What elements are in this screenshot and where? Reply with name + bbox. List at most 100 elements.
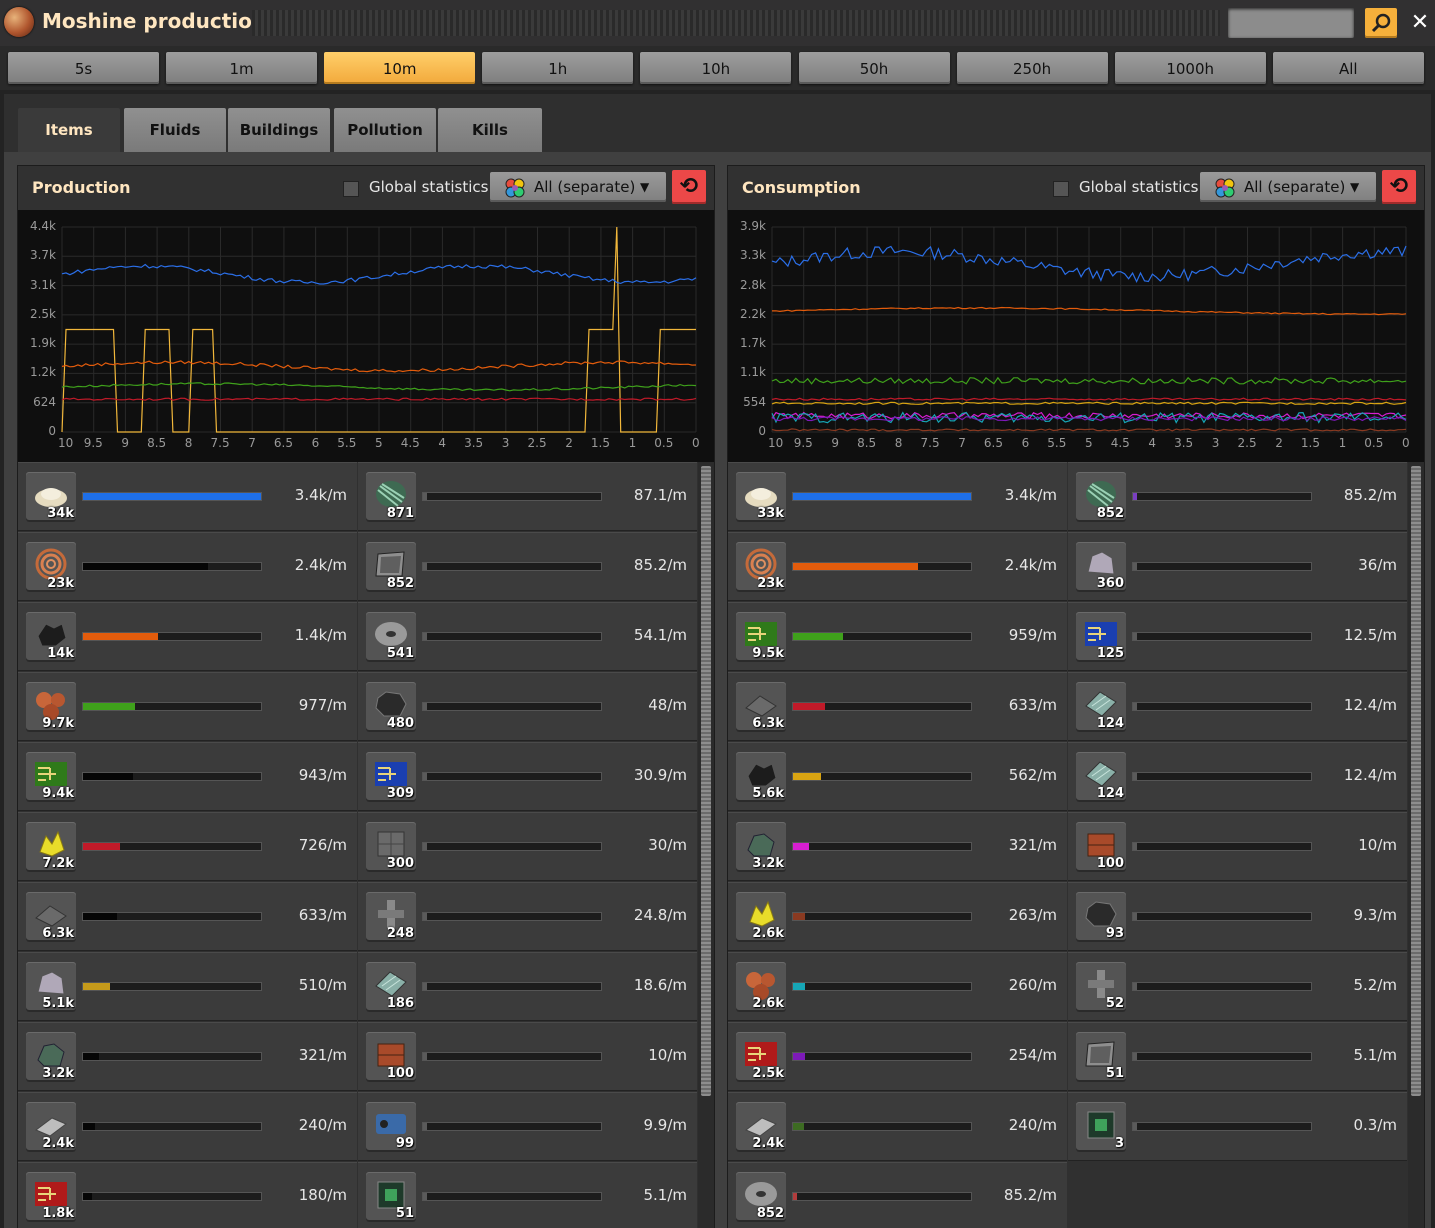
item-slot[interactable]: 3.2k <box>736 822 786 872</box>
time-button-All[interactable]: All <box>1272 52 1424 84</box>
time-button-10m[interactable]: 10m <box>324 52 476 84</box>
time-button-5s[interactable]: 5s <box>8 52 159 84</box>
list-item[interactable]: 248 24.8/m <box>358 882 697 951</box>
item-slot[interactable]: 2.4k <box>26 1102 76 1152</box>
list-item[interactable]: 51 5.1/m <box>358 1162 697 1228</box>
tab-pollution[interactable]: Pollution <box>334 108 436 152</box>
list-item[interactable]: 3 0.3/m <box>1068 1092 1407 1161</box>
item-slot[interactable]: 14k <box>26 612 76 662</box>
list-item[interactable]: 2.6k 263/m <box>728 882 1067 951</box>
item-slot[interactable]: 852 <box>366 542 416 592</box>
item-slot[interactable]: 541 <box>366 612 416 662</box>
item-slot[interactable]: 852 <box>736 1172 786 1222</box>
item-slot[interactable]: 51 <box>1076 1032 1126 1082</box>
item-slot[interactable]: 124 <box>1076 752 1126 802</box>
time-button-50h[interactable]: 50h <box>798 52 950 84</box>
drag-handle[interactable] <box>252 10 1220 36</box>
close-button[interactable]: ✕ <box>1405 8 1435 38</box>
item-slot[interactable]: 3.2k <box>26 1032 76 1082</box>
item-slot[interactable]: 1.8k <box>26 1172 76 1222</box>
list-item[interactable]: 93 9.3/m <box>1068 882 1407 951</box>
list-item[interactable]: 2.4k 240/m <box>18 1092 357 1161</box>
list-item[interactable]: 541 54.1/m <box>358 602 697 671</box>
item-slot[interactable]: 2.5k <box>736 1032 786 1082</box>
list-item[interactable]: 34k 3.4k/m <box>18 462 357 531</box>
tab-items[interactable]: Items <box>18 108 120 152</box>
item-slot[interactable]: 6.3k <box>26 892 76 942</box>
list-item[interactable]: 23k 2.4k/m <box>18 532 357 601</box>
item-slot[interactable]: 93 <box>1076 892 1126 942</box>
item-slot[interactable]: 480 <box>366 682 416 732</box>
list-item[interactable]: 300 30/m <box>358 812 697 881</box>
item-slot[interactable]: 300 <box>366 822 416 872</box>
item-slot[interactable]: 2.4k <box>736 1102 786 1152</box>
item-slot[interactable]: 3 <box>1076 1102 1126 1152</box>
consumption-graph[interactable]: 3.9k 3.3k 2.8k 2.2k 1.7k 1.1k 554 0 10 9.5 9 8.5 8 7.… <box>728 210 1424 462</box>
item-slot[interactable]: 9.4k <box>26 752 76 802</box>
list-item[interactable]: 52 5.2/m <box>1068 952 1407 1021</box>
list-item[interactable]: 14k 1.4k/m <box>18 602 357 671</box>
tab-kills[interactable]: Kills <box>438 108 542 152</box>
list-item[interactable]: 852 85.2/m <box>728 1162 1067 1228</box>
item-slot[interactable]: 124 <box>1076 682 1126 732</box>
list-item[interactable]: 9.7k 977/m <box>18 672 357 741</box>
list-item[interactable]: 124 12.4/m <box>1068 672 1407 741</box>
list-item[interactable]: 852 85.2/m <box>1068 462 1407 531</box>
item-slot[interactable]: 9.7k <box>26 682 76 732</box>
reset-button[interactable]: ⟲ <box>672 170 706 204</box>
item-filter-dropdown[interactable]: All (separate) ▼ <box>1200 172 1376 202</box>
list-item[interactable]: 2.5k 254/m <box>728 1022 1067 1091</box>
item-slot[interactable]: 99 <box>366 1102 416 1152</box>
search-button[interactable] <box>1365 8 1397 38</box>
production-scrollbar[interactable] <box>700 462 712 1228</box>
list-item[interactable]: 871 87.1/m <box>358 462 697 531</box>
list-item[interactable]: 480 48/m <box>358 672 697 741</box>
item-slot[interactable]: 100 <box>366 1032 416 1082</box>
list-item[interactable]: 1.8k 180/m <box>18 1162 357 1228</box>
item-slot[interactable]: 248 <box>366 892 416 942</box>
item-slot[interactable]: 360 <box>1076 542 1126 592</box>
item-slot[interactable]: 5.1k <box>26 962 76 1012</box>
item-slot[interactable]: 7.2k <box>26 822 76 872</box>
item-slot[interactable]: 871 <box>366 472 416 522</box>
time-button-1000h[interactable]: 1000h <box>1114 52 1266 84</box>
list-item[interactable]: 2.4k 240/m <box>728 1092 1067 1161</box>
list-item[interactable]: 7.2k 726/m <box>18 812 357 881</box>
list-item[interactable]: 2.6k 260/m <box>728 952 1067 1021</box>
list-item[interactable]: 9.4k 943/m <box>18 742 357 811</box>
list-item[interactable]: 99 9.9/m <box>358 1092 697 1161</box>
search-input[interactable] <box>1228 8 1354 38</box>
item-slot[interactable]: 33k <box>736 472 786 522</box>
time-button-1h[interactable]: 1h <box>482 52 634 84</box>
item-slot[interactable]: 23k <box>736 542 786 592</box>
item-slot[interactable]: 852 <box>1076 472 1126 522</box>
reset-button[interactable]: ⟲ <box>1382 170 1416 204</box>
list-item[interactable]: 23k 2.4k/m <box>728 532 1067 601</box>
global-statistics-checkbox[interactable] <box>1053 181 1069 197</box>
list-item[interactable]: 852 85.2/m <box>358 532 697 601</box>
item-slot[interactable]: 100 <box>1076 822 1126 872</box>
scrollbar-thumb[interactable] <box>1411 466 1421 1096</box>
item-slot[interactable]: 23k <box>26 542 76 592</box>
item-filter-dropdown[interactable]: All (separate) ▼ <box>490 172 666 202</box>
consumption-item-list[interactable]: 33k 3.4k/m 852 85.2/m 23k 2.4k/m 360 36/m 9.5k 95… <box>728 462 1408 1228</box>
production-graph[interactable]: 4.4k 3.7k 3.1k 2.5k 1.9k 1.2k 624 0 10 9.5 9 8.5 8 7.… <box>18 210 714 462</box>
tab-buildings[interactable]: Buildings <box>228 108 330 152</box>
window-titlebar[interactable]: Moshine production ✕ <box>0 0 1435 46</box>
item-slot[interactable]: 5.6k <box>736 752 786 802</box>
consumption-scrollbar[interactable] <box>1410 462 1422 1228</box>
list-item[interactable]: 124 12.4/m <box>1068 742 1407 811</box>
list-item[interactable]: 6.3k 633/m <box>18 882 357 951</box>
list-item[interactable]: 100 10/m <box>1068 812 1407 881</box>
scrollbar-thumb[interactable] <box>701 466 711 1096</box>
item-slot[interactable]: 52 <box>1076 962 1126 1012</box>
list-item[interactable]: 5.6k 562/m <box>728 742 1067 811</box>
time-button-1m[interactable]: 1m <box>166 52 318 84</box>
item-slot[interactable]: 2.6k <box>736 962 786 1012</box>
list-item[interactable]: 51 5.1/m <box>1068 1022 1407 1091</box>
item-slot[interactable]: 186 <box>366 962 416 1012</box>
list-item[interactable]: 6.3k 633/m <box>728 672 1067 741</box>
list-item[interactable]: 100 10/m <box>358 1022 697 1091</box>
time-button-250h[interactable]: 250h <box>956 52 1108 84</box>
time-button-10h[interactable]: 10h <box>640 52 792 84</box>
